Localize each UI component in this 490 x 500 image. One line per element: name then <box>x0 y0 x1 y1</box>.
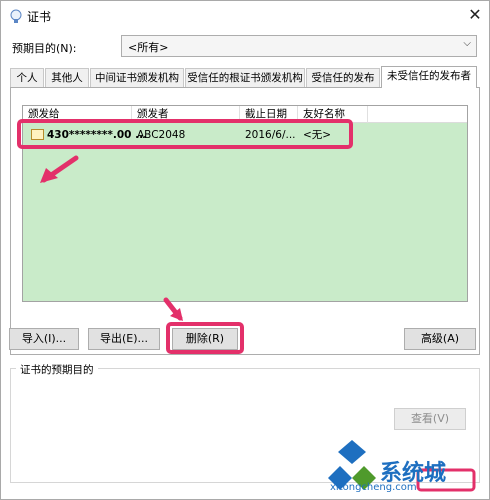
import-button[interactable]: 导入(I)... <box>9 328 79 350</box>
tab-intermediate-ca[interactable]: 中间证书颁发机构 <box>90 68 184 87</box>
window-title: 证书 <box>27 10 52 24</box>
row-highlight-box <box>17 119 353 149</box>
title-bar: 证书 ✕ <box>1 1 489 31</box>
purpose-select[interactable]: <所有> ⌵ <box>121 35 477 57</box>
tab-others[interactable]: 其他人 <box>45 68 89 87</box>
export-button[interactable]: 导出(E)... <box>88 328 160 350</box>
purpose-selected-value: <所有> <box>128 41 169 54</box>
delete-highlight-box <box>166 322 244 354</box>
purpose-label: 预期目的(N): <box>12 42 77 55</box>
close-icon: ✕ <box>468 5 482 24</box>
purposes-group-title: 证书的预期目的 <box>16 362 98 377</box>
tab-trusted-root-ca[interactable]: 受信任的根证书颁发机构 <box>185 68 305 87</box>
chevron-down-icon: ⌵ <box>463 38 471 49</box>
view-button[interactable]: 查看(V) <box>394 408 466 430</box>
tab-trusted-publishers[interactable]: 受信任的发布者 <box>306 68 380 102</box>
tab-untrusted-publishers[interactable]: 未受信任的发布者 <box>381 66 477 88</box>
tab-strip: 个人 其他人 中间证书颁发机构 受信任的根证书颁发机构 受信任的发布者 未受信任… <box>10 66 480 102</box>
certificate-icon <box>10 9 22 23</box>
advanced-button[interactable]: 高级(A) <box>404 328 476 350</box>
tab-personal[interactable]: 个人 <box>10 68 44 87</box>
watermark-url: xitongcheng.com <box>330 482 417 493</box>
close-button[interactable]: ✕ <box>461 3 489 27</box>
